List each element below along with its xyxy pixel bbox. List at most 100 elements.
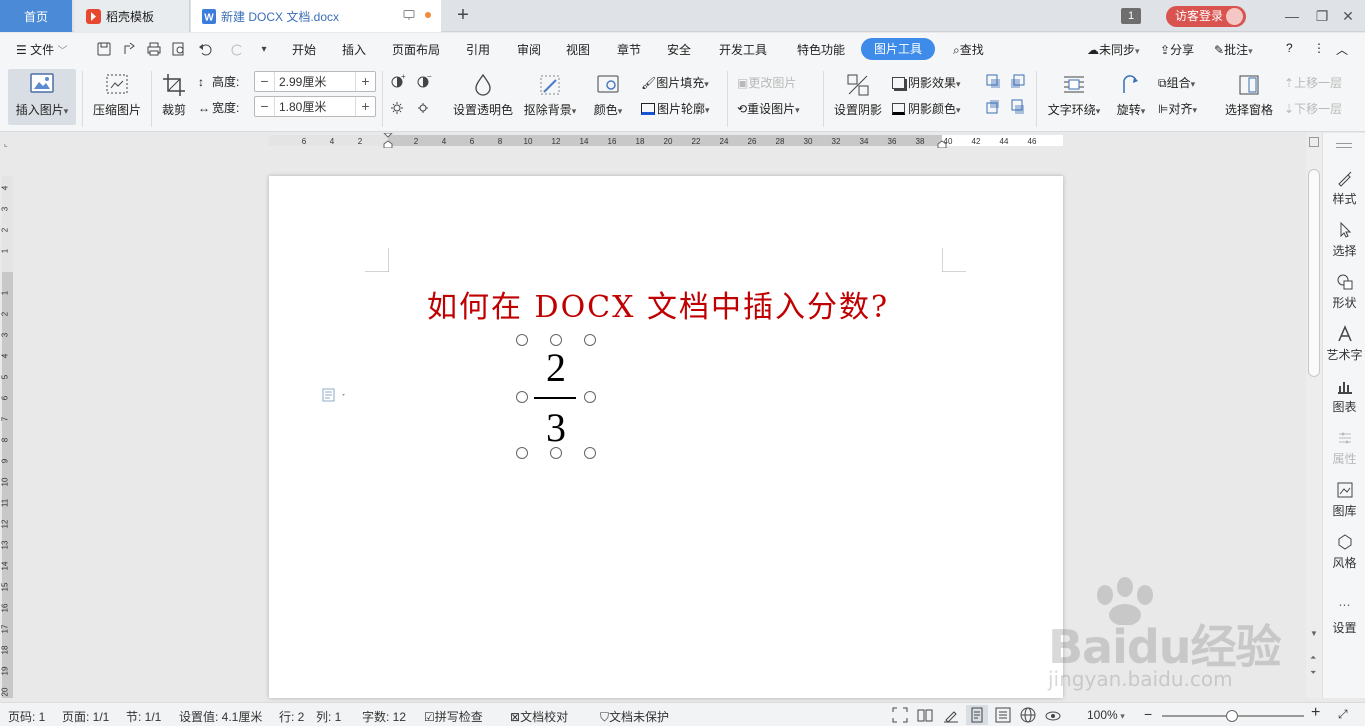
nudge-shadow-right-icon[interactable]	[1010, 73, 1026, 89]
menu-tab-security[interactable]: 安全	[667, 41, 691, 58]
tab-pin-icon[interactable]	[403, 9, 415, 21]
status-column[interactable]: 列: 1	[316, 708, 341, 725]
menu-tab-home[interactable]: 开始	[292, 41, 316, 58]
resize-handle-top[interactable]	[550, 334, 562, 346]
nudge-shadow-up-icon[interactable]	[985, 99, 1001, 115]
new-tab-button[interactable]: +	[452, 5, 474, 27]
align-button[interactable]: ⊫对齐▾	[1158, 100, 1197, 117]
menu-tab-review[interactable]: 审阅	[517, 41, 541, 58]
menu-tab-chapter[interactable]: 章节	[617, 41, 641, 58]
height-input[interactable]	[279, 74, 353, 89]
menu-tab-insert[interactable]: 插入	[342, 41, 366, 58]
bring-forward-button[interactable]: ⇡上移一层	[1284, 74, 1342, 91]
set-transparent-color-button[interactable]: 设置透明色	[452, 73, 514, 118]
panel-settings-button[interactable]: ⋯ 设置	[1323, 598, 1365, 636]
tab-template[interactable]: 稻壳模板	[74, 0, 190, 32]
vertical-scrollbar[interactable]: ▼ ⏶ ⏷	[1306, 133, 1322, 698]
tab-document[interactable]: W 新建 DOCX 文档.docx	[191, 0, 441, 32]
fullscreen-icon[interactable]	[892, 707, 908, 723]
status-section[interactable]: 节: 1/1	[126, 708, 161, 725]
status-page-number[interactable]: 页码: 1	[8, 708, 45, 725]
eye-protection-icon[interactable]	[1045, 707, 1061, 723]
remove-background-button[interactable]: 抠除背景▾	[522, 73, 578, 118]
height-increase-button[interactable]: +	[355, 72, 375, 91]
panel-style-button[interactable]: 样式	[1323, 169, 1365, 207]
height-decrease-button[interactable]: −	[255, 72, 275, 91]
resize-handle-bottom-left[interactable]	[516, 447, 528, 459]
login-button[interactable]: 访客登录	[1166, 6, 1246, 27]
document-title-text[interactable]: 如何在 DOCX 文档中插入分数?	[427, 282, 889, 326]
compress-picture-button[interactable]: 压缩图片	[90, 73, 144, 118]
nudge-shadow-left-icon[interactable]	[985, 73, 1001, 89]
fraction-equation-object[interactable]: 2 3	[522, 340, 590, 454]
zoom-out-button[interactable]: −	[1144, 706, 1152, 722]
panel-select-button[interactable]: 选择	[1323, 221, 1365, 259]
tab-home[interactable]: 首页	[0, 0, 72, 32]
menu-tab-developer[interactable]: 开发工具	[719, 41, 767, 58]
outline-view-icon[interactable]	[995, 707, 1011, 723]
window-count-badge[interactable]: 1	[1121, 8, 1141, 24]
menu-tab-view[interactable]: 视图	[566, 41, 590, 58]
resize-handle-top-right[interactable]	[584, 334, 596, 346]
picture-outline-button[interactable]: 图片轮廓▾	[641, 100, 710, 117]
zoom-slider-thumb[interactable]	[1226, 710, 1238, 722]
menu-tab-references[interactable]: 引用	[466, 41, 490, 58]
comment-button[interactable]: ✎批注▾	[1214, 41, 1253, 58]
doc-proof-button[interactable]: ⊠文档校对	[510, 708, 568, 725]
prev-page-icon[interactable]: ⏶	[1310, 653, 1316, 663]
picture-fill-button[interactable]: 🖌︎图片填充▾	[641, 74, 709, 91]
send-backward-button[interactable]: ⇣下移一层	[1284, 100, 1342, 117]
file-menu[interactable]: ☰ 文件 ﹀	[16, 41, 67, 58]
save-icon[interactable]	[95, 40, 113, 58]
menu-tab-special[interactable]: 特色功能	[797, 41, 845, 58]
search-command[interactable]: ⌕查找	[953, 41, 984, 58]
color-button[interactable]: 颜色▾	[590, 73, 626, 118]
panel-shape-button[interactable]: 形状	[1323, 273, 1365, 311]
width-increase-button[interactable]: +	[355, 97, 375, 116]
status-page[interactable]: 页面: 1/1	[62, 708, 109, 725]
brightness-decrease-icon[interactable]	[416, 99, 432, 115]
reset-picture-button[interactable]: ⟲重设图片▾	[737, 100, 800, 117]
panel-menu-icon[interactable]	[1336, 143, 1352, 144]
document-page[interactable]: 如何在 DOCX 文档中插入分数? 2 3	[269, 176, 1063, 698]
status-setting-value[interactable]: 设置值: 4.1厘米	[179, 708, 262, 725]
undo-icon[interactable]	[196, 40, 214, 58]
sync-status[interactable]: ☁未同步▾	[1087, 41, 1140, 58]
close-icon[interactable]: ✕	[1338, 6, 1358, 26]
scroll-down-icon[interactable]: ▼	[1310, 629, 1318, 638]
panel-theme-button[interactable]: 风格	[1323, 533, 1365, 571]
zoom-in-button[interactable]: +	[1311, 704, 1320, 722]
width-stepper[interactable]: − +	[254, 96, 376, 117]
minimize-icon[interactable]: —	[1282, 6, 1302, 26]
fit-to-window-icon[interactable]: ⤢	[1338, 707, 1348, 722]
nudge-shadow-down-icon[interactable]	[1010, 99, 1026, 115]
group-button[interactable]: ⧉组合▾	[1158, 74, 1195, 91]
status-word-count[interactable]: 字数: 12	[362, 708, 406, 725]
shadow-color-button[interactable]: 阴影颜色▾	[892, 100, 961, 117]
shadow-effect-button[interactable]: 阴影效果▾	[892, 74, 961, 91]
quick-access-more-icon[interactable]: ▾	[255, 40, 273, 58]
write-mode-icon[interactable]	[943, 707, 959, 723]
width-decrease-button[interactable]: −	[255, 97, 275, 116]
resize-handle-bottom[interactable]	[550, 447, 562, 459]
print-preview-icon[interactable]	[170, 40, 188, 58]
print-icon[interactable]	[145, 40, 163, 58]
more-options-icon[interactable]: ⋮	[1313, 41, 1325, 55]
panel-wordart-button[interactable]: 艺术字	[1323, 325, 1365, 363]
horizontal-ruler[interactable]: 6 4 2 2 4 6 8 10 12 14 16 18 20 22 24 26 28 30 32 34 36 38 40 4…	[0, 133, 1306, 148]
view-toggle-icon[interactable]	[1309, 137, 1319, 147]
share-button[interactable]: ⇪分享	[1160, 41, 1194, 58]
export-icon[interactable]	[120, 40, 138, 58]
change-picture-button[interactable]: ▣更改图片	[737, 74, 796, 91]
vertical-ruler[interactable]: 4 3 2 1 1 2 3 4 5 6 7 8 9 10 11 12 13 14 15 16 17 18 19 20	[0, 148, 15, 698]
redo-icon[interactable]	[229, 40, 247, 58]
brightness-increase-icon[interactable]	[390, 99, 406, 115]
panel-library-button[interactable]: 图库	[1323, 481, 1365, 519]
help-icon[interactable]: ?	[1286, 41, 1293, 55]
width-input[interactable]	[279, 99, 353, 114]
scrollbar-thumb[interactable]	[1308, 169, 1320, 377]
menu-tab-page-layout[interactable]: 页面布局	[392, 41, 440, 58]
panel-properties-button[interactable]: 属性	[1323, 429, 1365, 467]
tab-stop-selector-icon[interactable]: ⌞	[4, 139, 8, 148]
height-stepper[interactable]: − +	[254, 71, 376, 92]
